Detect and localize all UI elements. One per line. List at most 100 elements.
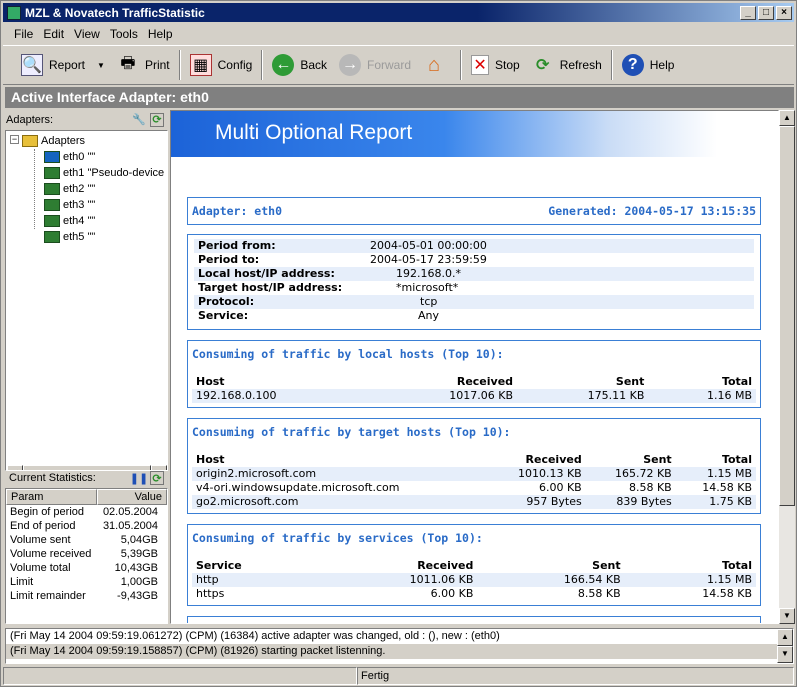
stats-label: Current Statistics: xyxy=(9,472,96,484)
stat-param: End of period xyxy=(10,520,76,532)
tree-item-eth4[interactable]: eth4 "" xyxy=(44,213,95,229)
refresh-icon: ⟳ xyxy=(536,57,550,74)
stat-value: 02.05.2004 xyxy=(102,506,158,518)
pause-icon[interactable]: ❚❚ xyxy=(130,471,148,485)
stat-param: Volume total xyxy=(10,562,71,574)
menu-help[interactable]: Help xyxy=(148,27,173,41)
maximize-button[interactable]: □ xyxy=(758,5,774,20)
log-scrollbar[interactable]: ▲ ▼ xyxy=(777,629,793,663)
tree-item-eth3[interactable]: eth3 "" xyxy=(44,197,95,213)
forward-button[interactable]: → Forward xyxy=(333,49,417,81)
info-key: Service: xyxy=(198,309,249,322)
col-received: Received xyxy=(417,559,474,572)
config-button[interactable]: ▦ Config xyxy=(184,49,259,81)
tree-item-eth5[interactable]: eth5 "" xyxy=(44,229,95,245)
printer-icon: 🖶 xyxy=(120,54,136,72)
window-title: MZL & Novatech TrafficStatistic xyxy=(25,5,205,20)
stats-row: Limit remainder -9,43GB xyxy=(6,589,167,603)
wrench-icon[interactable]: 🔧 xyxy=(132,113,146,127)
tree-item-eth0[interactable]: eth0 "" xyxy=(44,149,95,165)
col-total: Total xyxy=(721,375,752,388)
table-row: 192.168.0.100 1017.06 KB 175.11 KB 1.16 MB xyxy=(192,389,756,403)
config-icon: ▦ xyxy=(189,54,212,76)
cell-total: 1.75 KB xyxy=(675,495,756,509)
scroll-up-icon[interactable]: ▲ xyxy=(777,629,793,646)
param-column-header[interactable]: Param xyxy=(6,489,97,505)
print-button[interactable]: 🖶 Print xyxy=(111,49,176,81)
network-card-icon xyxy=(44,151,60,163)
title-bar: MZL & Novatech TrafficStatistic _ □ × xyxy=(3,3,794,22)
scroll-up-icon[interactable]: ▲ xyxy=(779,110,795,126)
tree-item-label: eth3 "" xyxy=(63,199,96,211)
dropdown-arrow-icon[interactable]: ▼ xyxy=(97,61,105,70)
cell-sent: 166.54 KB xyxy=(477,573,625,587)
minimize-button[interactable]: _ xyxy=(740,5,756,20)
info-row: Target host/IP address: *microsoft* xyxy=(194,281,754,295)
local-hosts-title: Consuming of traffic by local hosts (Top… xyxy=(192,347,504,361)
stat-param: Begin of period xyxy=(10,506,84,518)
toolbar-separator xyxy=(460,50,463,80)
report-view[interactable]: Multi Optional Report Adapter: eth0 Gene… xyxy=(170,110,779,624)
stats-row: Begin of period 02.05.2004 xyxy=(6,505,167,519)
info-row: Period from: 2004-05-01 00:00:00 xyxy=(194,239,754,253)
adapters-folder-icon xyxy=(22,135,38,147)
stop-button[interactable]: ✕ Stop xyxy=(465,49,526,81)
adapters-header: Adapters: 🔧 ⟳ xyxy=(5,110,168,129)
info-key: Local host/IP address: xyxy=(194,267,366,281)
menu-edit[interactable]: Edit xyxy=(43,27,64,41)
cell-host: 192.168.0.100 xyxy=(192,389,372,403)
info-row: Protocol: tcp xyxy=(194,295,754,309)
home-button[interactable]: ⌂ xyxy=(417,49,457,81)
status-text: Fertig xyxy=(357,667,794,685)
stat-param: Volume received xyxy=(10,548,92,560)
collapse-toggle[interactable]: − xyxy=(10,135,19,144)
report-vertical-scrollbar[interactable]: ▲ ▼ xyxy=(779,110,795,624)
menu-view[interactable]: View xyxy=(74,27,100,41)
cell-service: https xyxy=(196,587,225,600)
active-adapter-header: Active Interface Adapter: eth0 xyxy=(5,87,794,108)
refresh-stats-icon[interactable]: ⟳ xyxy=(150,471,164,485)
value-column-header[interactable]: Value xyxy=(97,489,167,505)
refresh-button[interactable]: ⟳ Refresh xyxy=(526,49,608,81)
tree-root-adapters[interactable]: Adapters xyxy=(22,133,85,149)
tree-item-eth2[interactable]: eth2 "" xyxy=(44,181,95,197)
menu-bar: File Edit View Tools Help xyxy=(3,24,794,44)
services-title: Consuming of traffic by services (Top 10… xyxy=(192,531,483,545)
log-line: (Fri May 14 2004 09:59:19.158857) (CPM) … xyxy=(6,644,793,659)
stats-table: Param Value Begin of period 02.05.2004 En… xyxy=(5,488,168,624)
next-section-box xyxy=(187,616,761,623)
scroll-down-icon[interactable]: ▼ xyxy=(777,646,793,663)
menu-file[interactable]: File xyxy=(14,27,33,41)
tree-item-label: eth1 "Pseudo-device xyxy=(63,167,165,179)
stats-row: Limit 1,00GB xyxy=(6,575,167,589)
services-box: Consuming of traffic by services (Top 10… xyxy=(187,524,761,606)
stat-value: 10,43GB xyxy=(114,562,158,574)
stat-value: 31.05.2004 xyxy=(102,520,158,532)
help-icon: ? xyxy=(621,54,644,76)
cell-total: 1.15 MB xyxy=(624,573,756,587)
status-bar: Fertig xyxy=(3,667,794,685)
col-service: Service xyxy=(196,559,242,572)
close-button[interactable]: × xyxy=(776,5,792,20)
stat-value: 5,39GB xyxy=(120,548,158,560)
network-card-icon xyxy=(44,183,60,195)
col-sent: Sent xyxy=(592,559,621,572)
help-button[interactable]: ? Help xyxy=(616,49,681,81)
cell-sent: 165.72 KB xyxy=(585,467,676,481)
table-row: v4-ori.windowsupdate.microsoft.com 6.00 K… xyxy=(192,481,756,495)
generated-title: Generated: 2004-05-17 13:15:35 xyxy=(548,204,756,218)
menu-tools[interactable]: Tools xyxy=(110,27,138,41)
log-panel[interactable]: (Fri May 14 2004 09:59:19.061272) (CPM) … xyxy=(5,628,794,664)
tree-item-eth1[interactable]: eth1 "Pseudo-device xyxy=(44,165,164,181)
table-row: https 6.00 KB 8.58 KB 14.58 KB xyxy=(192,587,756,601)
cell-sent: 175.11 KB xyxy=(517,389,649,403)
scroll-down-icon[interactable]: ▼ xyxy=(779,608,795,624)
report-button[interactable]: 🔍 Report ▼ xyxy=(15,49,111,81)
adapter-tree[interactable]: − Adapters eth0 "" eth1 "Pseudo-device e… xyxy=(5,130,168,471)
stat-value: 1,00GB xyxy=(120,576,158,588)
refresh-small-icon[interactable]: ⟳ xyxy=(150,112,164,127)
scroll-thumb[interactable] xyxy=(779,126,795,506)
stat-param: Volume sent xyxy=(10,534,71,546)
info-value: 2004-05-17 23:59:59 xyxy=(370,253,487,266)
back-button[interactable]: ← Back xyxy=(266,49,333,81)
